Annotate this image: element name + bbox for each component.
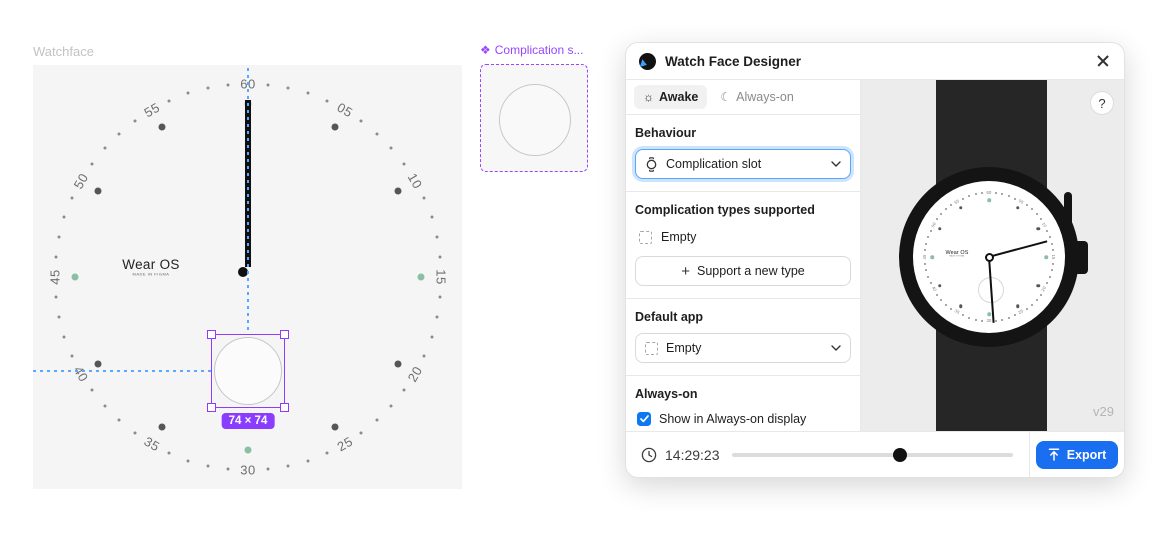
always-on-checkbox-row[interactable]: Show in Always-on display — [635, 410, 851, 428]
default-app-label: Default app — [635, 310, 851, 324]
resize-handle-bottom-left[interactable] — [207, 403, 216, 412]
support-new-type-label: Support a new type — [697, 264, 805, 278]
time-group: 14:29:23 — [626, 447, 732, 463]
complication-types-label: Complication types supported — [635, 203, 851, 217]
brand-subtext: MADE IN FIGMA — [133, 272, 170, 277]
resize-handle-top-right[interactable] — [280, 330, 289, 339]
sun-icon: ☼ — [643, 90, 654, 104]
component-name: Complication s... — [495, 43, 584, 57]
brand-text: Wear OS — [122, 257, 179, 272]
watch-face-designer-panel: Watch Face Designer ☼ Awake ☾ Always-on … — [625, 42, 1125, 478]
watch-preview: 600510152025303540455055 Wear OS MADE IN… — [861, 80, 1124, 431]
always-on-checkbox-label: Show in Always-on display — [659, 412, 806, 426]
default-app-section: Default app Empty — [626, 299, 860, 376]
preview-brand-subtext: MADE IN FIGMA — [950, 255, 965, 257]
type-item-empty[interactable]: Empty — [635, 226, 851, 256]
behaviour-value: Complication slot — [666, 157, 823, 171]
watch-brand: Wear OS MADE IN FIGMA — [114, 257, 188, 281]
empty-app-icon — [645, 342, 658, 355]
help-icon: ? — [1098, 96, 1105, 111]
tab-always-on[interactable]: ☾ Always-on — [711, 85, 802, 109]
behaviour-section: Behaviour Complication slot — [626, 115, 860, 192]
time-display: 14:29:23 — [665, 447, 720, 463]
watch-face-preview: 600510152025303540455055 Wear OS MADE IN… — [913, 181, 1065, 333]
resize-handle-bottom-right[interactable] — [280, 403, 289, 412]
slider-thumb[interactable] — [893, 448, 907, 462]
controls-column: ☼ Awake ☾ Always-on Behaviour Complicati… — [626, 80, 861, 431]
mode-tabs: ☼ Awake ☾ Always-on — [626, 80, 860, 115]
export-label: Export — [1067, 448, 1107, 462]
behaviour-label: Behaviour — [635, 126, 851, 140]
component-icon: ❖ — [480, 43, 491, 57]
complication-component-frame[interactable] — [480, 64, 588, 172]
selection-box[interactable]: 74 × 74 — [211, 334, 285, 408]
time-slider[interactable] — [732, 448, 1014, 462]
frame-title: Watchface — [33, 44, 94, 59]
size-badge: 74 × 74 — [222, 413, 275, 429]
component-slot-circle — [499, 84, 571, 156]
panel-header: Watch Face Designer — [626, 43, 1124, 80]
tab-awake-label: Awake — [659, 90, 698, 104]
app-logo-icon — [639, 53, 656, 70]
watchface-canvas[interactable]: 600510152025303540455055 Wear OS MADE IN… — [33, 65, 462, 489]
tab-always-on-label: Always-on — [736, 90, 794, 104]
help-button[interactable]: ? — [1090, 91, 1114, 115]
export-button[interactable]: Export — [1036, 441, 1119, 469]
vertical-guide — [247, 68, 249, 334]
type-item-label: Empty — [661, 230, 696, 244]
slider-track[interactable] — [732, 453, 1014, 457]
resize-handle-top-left[interactable] — [207, 330, 216, 339]
chevron-down-icon — [831, 345, 841, 351]
hour-hand — [989, 240, 1048, 258]
always-on-label: Always-on — [635, 387, 851, 401]
clock-icon — [641, 447, 657, 463]
watch-icon — [645, 157, 658, 172]
panel-footer: 14:29:23 Export — [626, 431, 1124, 477]
export-icon — [1048, 448, 1060, 461]
panel-title: Watch Face Designer — [665, 54, 1086, 69]
behaviour-dropdown[interactable]: Complication slot — [635, 149, 851, 179]
preview-hand-pivot — [985, 253, 994, 262]
horizontal-guide — [33, 370, 211, 372]
empty-type-icon — [639, 231, 652, 244]
check-icon — [640, 415, 649, 423]
default-app-dropdown[interactable]: Empty — [635, 333, 851, 363]
checkbox-checked[interactable] — [637, 412, 651, 426]
chevron-down-icon — [831, 161, 841, 167]
close-icon[interactable] — [1095, 53, 1111, 69]
plus-icon: + — [681, 263, 690, 280]
version-label: v29 — [1093, 404, 1114, 419]
preview-brand: Wear OS MADE IN FIGMA — [942, 249, 972, 259]
support-new-type-button[interactable]: + Support a new type — [635, 256, 851, 286]
moon-icon: ☾ — [720, 90, 731, 104]
default-app-value: Empty — [666, 341, 823, 355]
tab-awake[interactable]: ☼ Awake — [634, 85, 707, 109]
complication-types-section: Complication types supported Empty + Sup… — [626, 192, 860, 299]
component-layer-label[interactable]: ❖ Complication s... — [480, 43, 583, 57]
